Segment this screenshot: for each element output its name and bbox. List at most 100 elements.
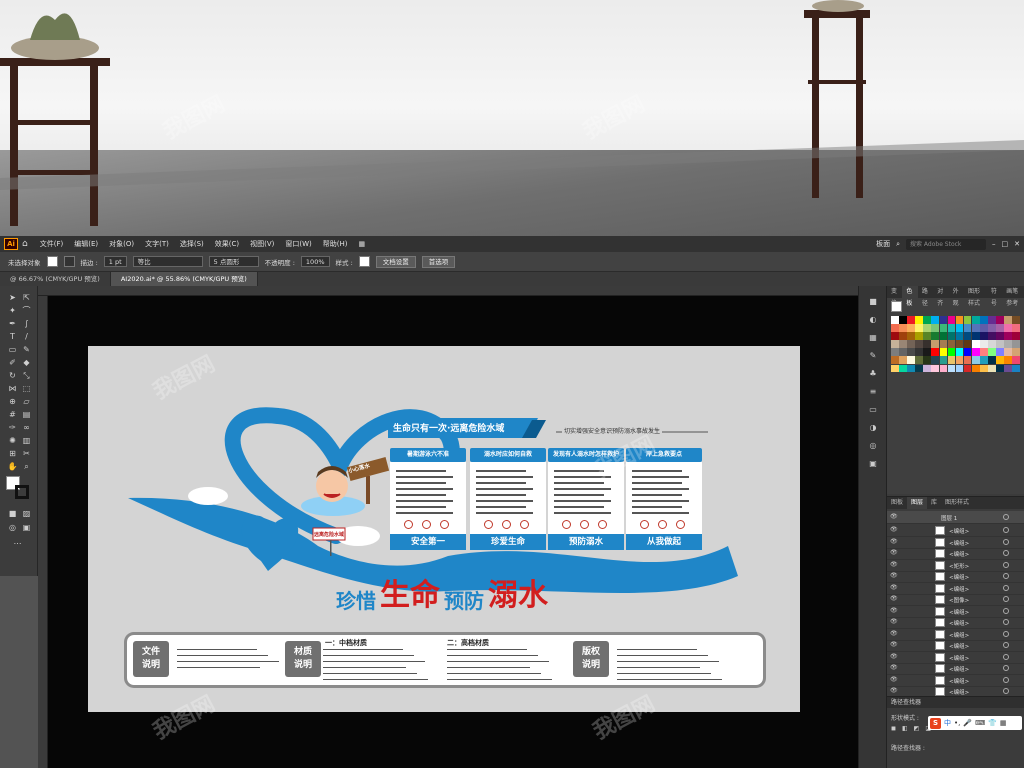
stroke-weight-dropdown[interactable]: 1 pt <box>103 256 127 267</box>
screen-mode-icon[interactable]: ▣ <box>21 522 32 533</box>
swatch-cell[interactable] <box>931 316 940 324</box>
swatch-cell[interactable] <box>1004 332 1012 340</box>
swatch-cell[interactable] <box>899 324 907 332</box>
swatch-cell[interactable] <box>915 324 923 332</box>
swatch-cell[interactable] <box>988 364 996 373</box>
target-icon[interactable] <box>1003 619 1009 625</box>
target-icon[interactable] <box>1003 688 1009 694</box>
swatch-cell[interactable] <box>947 316 956 324</box>
swatch-cell[interactable] <box>955 356 964 365</box>
swatch-cell[interactable] <box>1012 332 1020 340</box>
tab-appearance[interactable]: 外观 <box>949 286 964 307</box>
swatch-cell[interactable] <box>955 340 964 348</box>
visibility-icon[interactable]: 👁 <box>890 687 898 695</box>
gradient-tool-icon[interactable]: ▤ <box>21 409 32 420</box>
swatch-cell[interactable] <box>923 340 931 348</box>
target-icon[interactable] <box>1003 584 1009 591</box>
swatch-cell[interactable] <box>907 316 915 324</box>
selection-tool-icon[interactable]: ➤ <box>7 292 18 303</box>
width-tool-icon[interactable]: ⋈ <box>7 383 18 394</box>
tab-layers[interactable]: 图层 <box>907 497 928 509</box>
swatch-cell[interactable] <box>923 348 931 356</box>
swatch-cell[interactable] <box>1012 340 1020 348</box>
visibility-icon[interactable]: 👁 <box>890 676 898 684</box>
swatch-cell[interactable] <box>988 348 996 356</box>
menu-select[interactable]: 选择(S) <box>180 239 204 249</box>
visibility-icon[interactable]: 👁 <box>890 584 898 592</box>
scale-tool-icon[interactable]: ⤡ <box>21 370 32 381</box>
arrange-documents-icon[interactable]: ▦ <box>359 240 366 248</box>
swatch-cell[interactable] <box>915 316 923 324</box>
ime-lang-icon[interactable]: 中 <box>944 718 951 728</box>
minimize-icon[interactable]: – <box>992 240 996 248</box>
swatch-cell[interactable] <box>996 340 1004 348</box>
swatch-cell[interactable] <box>891 340 899 348</box>
swatch-cell[interactable] <box>907 340 915 348</box>
rectangle-tool-icon[interactable]: ▭ <box>7 344 18 355</box>
current-fill-swatch[interactable] <box>891 301 902 312</box>
swatch-cell[interactable] <box>1012 324 1020 332</box>
swatch-cell[interactable] <box>1004 340 1012 348</box>
swatch-cell[interactable] <box>1004 324 1012 332</box>
swatch-cell[interactable] <box>971 364 980 373</box>
target-icon[interactable] <box>1003 550 1009 556</box>
rotate-tool-icon[interactable]: ↻ <box>7 370 18 381</box>
stroke-icon[interactable]: ≡ <box>867 386 879 398</box>
hand-tool-icon[interactable]: ✋ <box>7 461 18 472</box>
menu-window[interactable]: 窗口(W) <box>285 239 311 249</box>
swatch-cell[interactable] <box>996 356 1004 365</box>
edit-toolbar-icon[interactable]: ⋯ <box>12 538 23 549</box>
direct-selection-tool-icon[interactable]: ⇱ <box>21 292 32 303</box>
home-icon[interactable]: ⌂ <box>22 239 28 249</box>
paintbrush-tool-icon[interactable]: ✎ <box>21 344 32 355</box>
swatch-cell[interactable] <box>955 324 964 332</box>
swatch-cell[interactable] <box>891 332 899 340</box>
mesh-tool-icon[interactable]: # <box>7 409 18 420</box>
visibility-icon[interactable]: 👁 <box>890 513 898 521</box>
visibility-icon[interactable]: 👁 <box>890 653 898 661</box>
swatch-cell[interactable] <box>988 324 996 332</box>
swatch-cell[interactable] <box>899 340 907 348</box>
slice-tool-icon[interactable]: ✂ <box>21 448 32 459</box>
swatch-cell[interactable] <box>915 364 923 373</box>
ime-punct-icon[interactable]: •, <box>954 719 960 727</box>
tab-graphic-styles[interactable]: 图形样式 <box>964 286 987 307</box>
unite-icon[interactable]: ◼ <box>891 725 896 732</box>
swatch-grid[interactable] <box>891 316 1020 373</box>
color-panel-icon[interactable]: ■ <box>867 296 879 308</box>
swatch-cell[interactable] <box>907 324 915 332</box>
swatch-cell[interactable] <box>939 316 948 324</box>
swatch-cell[interactable] <box>971 348 980 356</box>
swatch-cell[interactable] <box>1004 364 1012 373</box>
swatch-cell[interactable] <box>931 348 940 356</box>
swatch-cell[interactable] <box>907 348 915 356</box>
swatch-cell[interactable] <box>980 340 988 348</box>
stroke-swatch[interactable] <box>63 256 75 267</box>
visibility-icon[interactable]: 👁 <box>890 641 898 649</box>
visibility-icon[interactable]: 👁 <box>890 618 898 626</box>
swatch-cell[interactable] <box>891 356 899 365</box>
blend-tool-icon[interactable]: ∞ <box>21 422 32 433</box>
target-icon[interactable] <box>1003 642 1009 648</box>
swatch-cell[interactable] <box>955 332 964 340</box>
magic-wand-tool-icon[interactable]: ✦ <box>7 305 18 316</box>
swatch-cell[interactable] <box>915 340 923 348</box>
symbol-sprayer-tool-icon[interactable]: ✺ <box>7 435 18 446</box>
visibility-icon[interactable]: 👁 <box>890 607 898 615</box>
perspective-tool-icon[interactable]: ▱ <box>21 396 32 407</box>
swatch-cell[interactable] <box>963 364 972 373</box>
color-guide-icon[interactable]: ◐ <box>867 314 879 326</box>
swatch-cell[interactable] <box>971 316 980 324</box>
maximize-icon[interactable]: □ <box>1002 240 1009 248</box>
type-tool-icon[interactable]: T <box>7 331 18 342</box>
target-icon[interactable] <box>1003 538 1009 545</box>
visibility-icon[interactable]: 👁 <box>890 595 898 603</box>
swatch-cell[interactable] <box>923 324 931 332</box>
swatch-cell[interactable] <box>980 348 988 356</box>
target-icon[interactable] <box>1003 561 1009 568</box>
swatch-cell[interactable] <box>915 348 923 356</box>
swatch-cell[interactable] <box>955 364 964 373</box>
target-icon[interactable] <box>1003 527 1009 533</box>
brushes-icon[interactable]: ✎ <box>867 350 879 362</box>
column-graph-tool-icon[interactable]: ▥ <box>21 435 32 446</box>
